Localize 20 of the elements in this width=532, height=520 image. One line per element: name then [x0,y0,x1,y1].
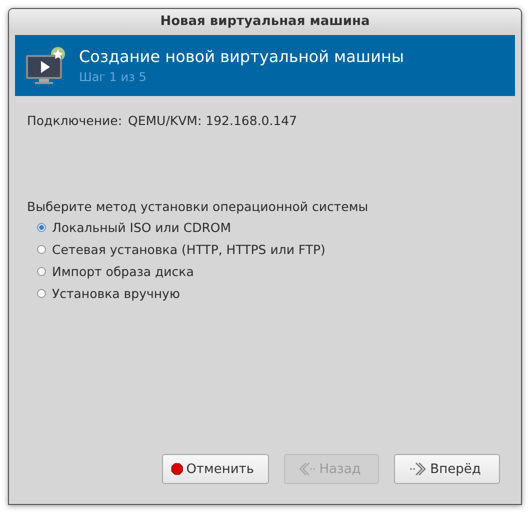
radio-option[interactable]: Локальный ISO или CDROM [37,220,521,235]
radio-button[interactable] [37,289,46,298]
connection-value: QEMU/KVM: 192.168.0.147 [128,113,298,128]
radio-option[interactable]: Импорт образа диска [37,264,521,279]
connection-label: Подключение: [27,113,122,128]
monitor-star-icon [25,46,65,86]
radio-button[interactable] [37,223,46,232]
forward-arrow-icon [409,462,428,476]
install-method-prompt: Выберите метод установки операционной системы [27,199,370,214]
forward-button[interactable]: Вперёд [394,454,500,484]
stop-icon [171,461,184,477]
back-arrow-icon [298,462,316,476]
radio-option[interactable]: Сетевая установка (HTTP, HTTPS или FTP) [37,242,521,257]
cancel-button[interactable]: Отменить [162,454,269,484]
radio-button[interactable] [37,267,46,276]
radio-option[interactable]: Установка вручную [37,286,521,301]
window-title: Новая виртуальная машина [160,14,370,28]
radio-button[interactable] [37,245,46,254]
step-label: Шаг 1 из 5 [79,70,148,84]
header-title: Создание новой виртуальной машины [79,47,404,66]
